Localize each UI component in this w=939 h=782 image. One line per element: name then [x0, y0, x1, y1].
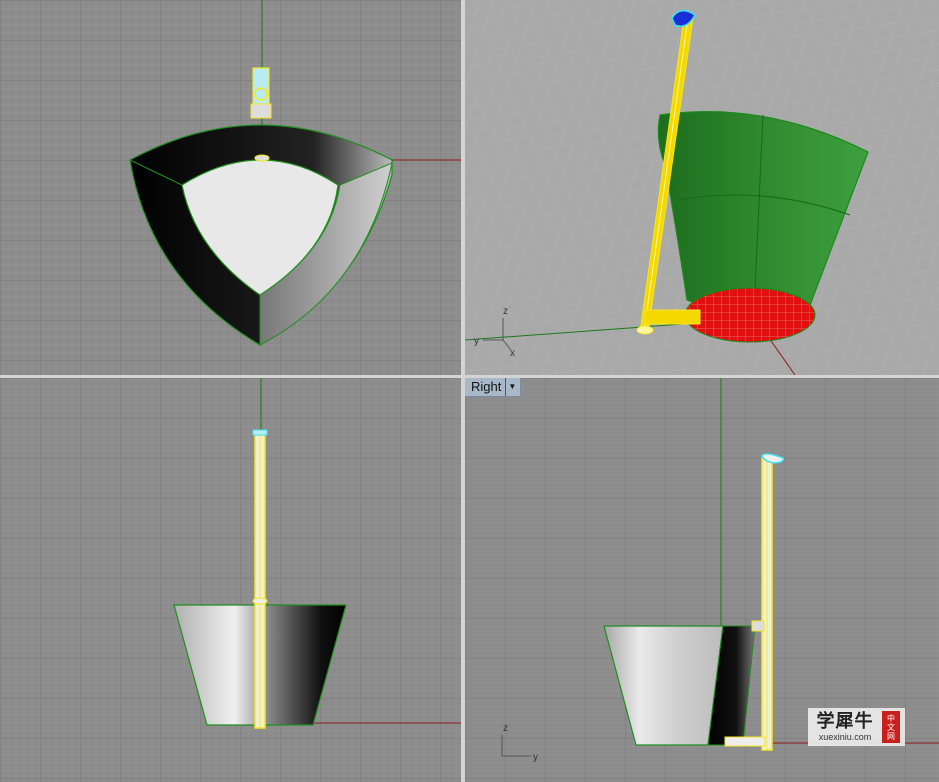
handle-top[interactable]: [252, 67, 270, 105]
axis-z-label: z: [503, 723, 508, 734]
viewport-perspective[interactable]: z y x: [465, 0, 939, 375]
watermark-url: xuexiniu.com: [818, 731, 872, 742]
viewport-splitter-vertical[interactable]: [461, 0, 465, 782]
top-view-canvas[interactable]: [0, 0, 461, 375]
watermark-chinese: 学犀牛: [816, 710, 874, 732]
badge-char: 文: [887, 722, 895, 732]
triangle-down-icon[interactable]: ▼: [505, 378, 516, 396]
handle-rod-end: [254, 154, 270, 162]
axis-y-label: y: [474, 336, 479, 347]
front-view-canvas[interactable]: [0, 378, 461, 782]
rod-joint: [252, 597, 268, 605]
viewport-title-tab[interactable]: Right ▼: [465, 378, 522, 397]
perspective-view-canvas[interactable]: z y x: [465, 0, 939, 375]
viewport-title: Right: [471, 379, 502, 394]
axis-y-label: y: [533, 752, 538, 763]
viewport-top[interactable]: [0, 0, 461, 375]
handle-grip[interactable]: [252, 429, 268, 436]
handle-foot[interactable]: [724, 736, 766, 747]
handle-joint[interactable]: [751, 620, 765, 632]
badge-char: 网: [887, 731, 895, 741]
axis-x-label: x: [510, 348, 515, 359]
handle-foot[interactable]: [644, 309, 701, 325]
viewport-front[interactable]: [0, 378, 461, 782]
rod-end: [636, 325, 654, 335]
pot-bottom-cap[interactable]: [684, 287, 816, 343]
axis-z-label: z: [503, 306, 508, 317]
watermark-badge: 中 文 网: [882, 711, 900, 743]
watermark: 学犀牛 xuexiniu.com 中 文 网: [808, 708, 905, 746]
viewport-splitter-horizontal[interactable]: [0, 375, 939, 378]
handle-base[interactable]: [250, 103, 272, 119]
badge-char: 中: [887, 713, 895, 723]
rhino-app: z y x z y Right ▼ 学犀牛 xuexiniu.com 中 文 网: [0, 0, 939, 782]
